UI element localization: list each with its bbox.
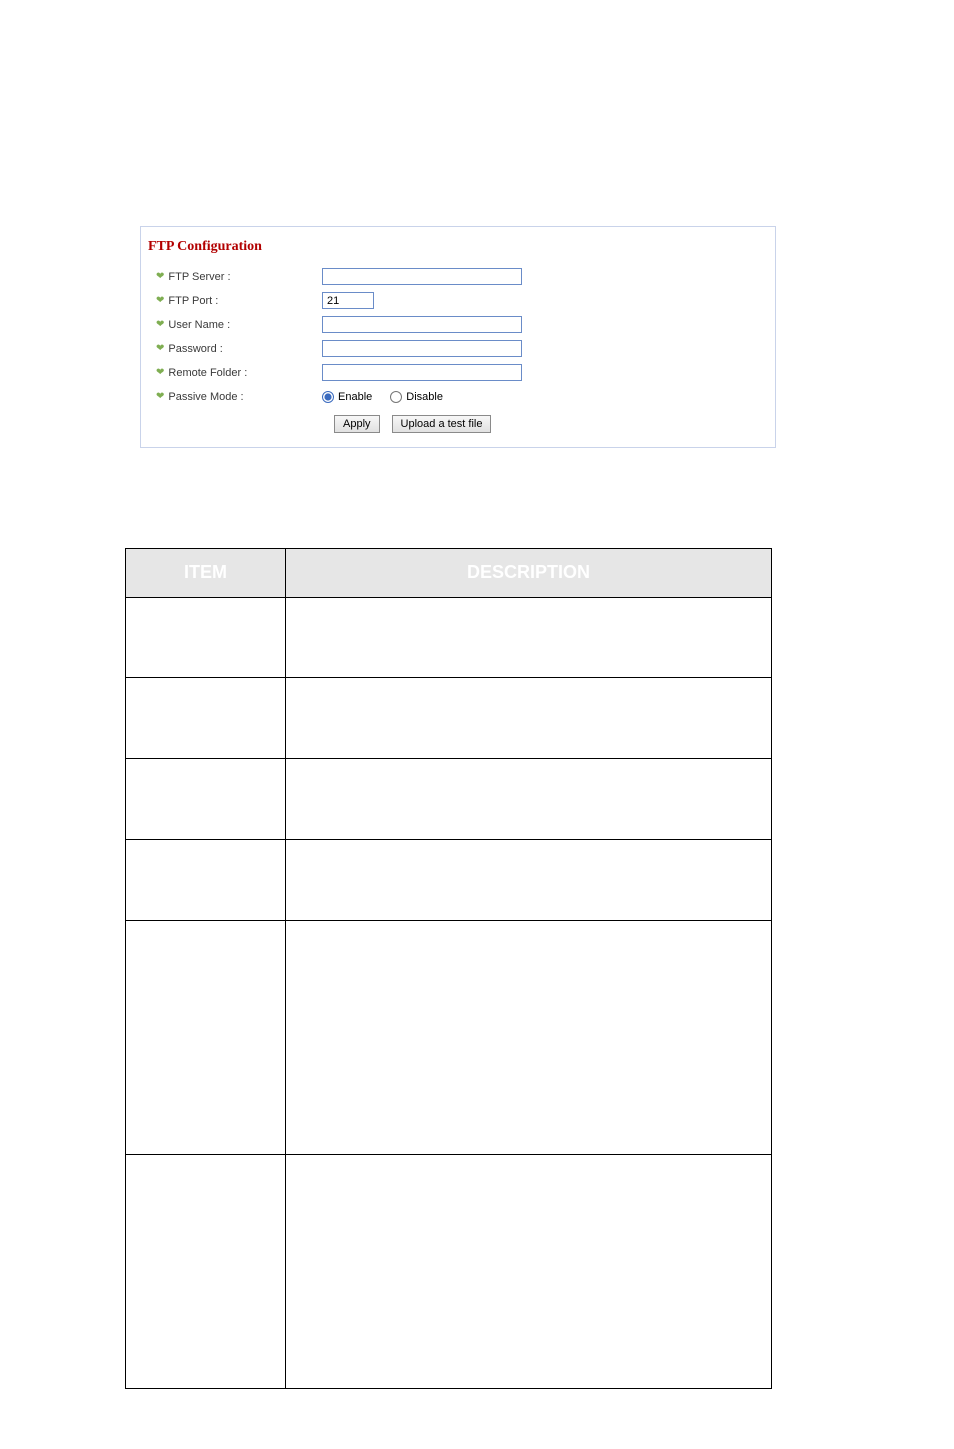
passive-enable-option[interactable]: Enable [322, 391, 372, 403]
bullet-icon: ❤ [156, 344, 164, 354]
password-label: Password : [168, 343, 222, 355]
ftp-server-input[interactable] [322, 268, 522, 285]
desc-cell: User name for logging on to the FTP serv… [286, 759, 772, 840]
description-table: ITEM DESCRIPTION FTP ServerAddress of th… [125, 548, 772, 1389]
password-input[interactable] [322, 340, 522, 357]
bullet-icon: ❤ [156, 368, 164, 378]
desc-cell: If select "Enable", the FTP protocol ope… [286, 1155, 772, 1389]
remote-folder-label: Remote Folder : [168, 367, 247, 379]
table-row: FTP PortIt's the port for FTP protocol. … [126, 678, 772, 759]
table-header-item: ITEM [126, 548, 286, 597]
table-row: User NameUser name for logging on to the… [126, 759, 772, 840]
table-row: PasswordPassword for logging on to the F… [126, 840, 772, 921]
item-cell: Remote Folder [126, 920, 286, 1154]
ftp-config-panel: FTP Configuration ❤ FTP Server : ❤ FTP Por… [140, 226, 776, 448]
remote-folder-input[interactable] [322, 364, 522, 381]
user-name-label: User Name : [168, 319, 230, 331]
table-header-desc: DESCRIPTION [286, 548, 772, 597]
desc-cell: Address of the FTP Server. It may be an … [286, 597, 772, 678]
item-cell: Password [126, 840, 286, 921]
note-bold: [Note] [127, 482, 179, 502]
panel-title: FTP Configuration [148, 239, 761, 255]
disable-label: Disable [406, 391, 443, 403]
ftp-port-input[interactable] [322, 292, 374, 309]
passive-enable-radio[interactable] [322, 391, 334, 403]
item-cell: Passive mode [126, 1155, 286, 1389]
bullet-icon: ❤ [156, 272, 164, 282]
table-row: Remote FolderIt refers to a folder on th… [126, 920, 772, 1154]
note-text: The image server can be either a public … [127, 482, 844, 523]
item-cell: FTP Port [126, 678, 286, 759]
bullet-icon: ❤ [156, 296, 164, 306]
upload-test-button[interactable]: Upload a test file [392, 415, 492, 433]
table-row: FTP ServerAddress of the FTP Server. It … [126, 597, 772, 678]
passive-disable-option[interactable]: Disable [390, 391, 443, 403]
item-cell: User Name [126, 759, 286, 840]
item-cell: FTP Server [126, 597, 286, 678]
note: [Note] The image server can be either a … [127, 482, 854, 524]
bullet-icon: ❤ [156, 392, 164, 402]
desc-cell: It refers to a folder on the FTP server … [286, 920, 772, 1154]
ftp-server-label: FTP Server : [168, 271, 230, 283]
apply-button[interactable]: Apply [334, 415, 380, 433]
ftp-port-label: FTP Port : [168, 295, 218, 307]
table-row: Passive modeIf select "Enable", the FTP … [126, 1155, 772, 1389]
passive-disable-radio[interactable] [390, 391, 402, 403]
desc-cell: It's the port for FTP protocol. The prod… [286, 678, 772, 759]
desc-cell: Password for logging on to the FTP serve… [286, 840, 772, 921]
user-name-input[interactable] [322, 316, 522, 333]
intro-text: If the user wants to upload the alarm-ba… [125, 142, 854, 198]
passive-mode-label: Passive Mode : [168, 391, 243, 403]
section-number: 4.6.5 FTP [125, 90, 854, 116]
bullet-icon: ❤ [156, 320, 164, 330]
enable-label: Enable [338, 391, 372, 403]
